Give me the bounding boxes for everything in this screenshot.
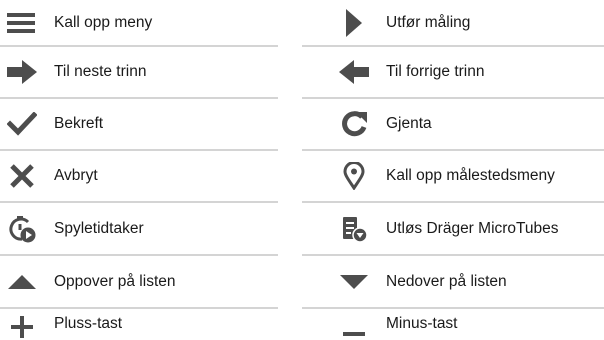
triangle-down-icon	[336, 267, 372, 297]
legend-label: Utfør måling	[386, 13, 471, 31]
legend-entry-previous-step: Til forrige trinn	[302, 47, 604, 99]
legend-entry-repeat: Gjenta	[302, 99, 604, 151]
legend-entry-confirm: Bekreft	[0, 99, 278, 151]
timer-play-icon	[4, 214, 40, 244]
location-pin-icon	[336, 161, 372, 191]
legend-label: Kall opp målestedsmeny	[386, 167, 555, 184]
cross-icon	[4, 161, 40, 191]
menu-icon	[4, 8, 40, 38]
legend-label: Til forrige trinn	[386, 63, 485, 80]
legend-label: Pluss-tast	[54, 315, 123, 332]
icon-legend: Kall opp meny Utfør måling Til neste tri…	[0, 0, 604, 338]
legend-label: Til neste trinn	[54, 63, 147, 80]
legend-label: Gjenta	[386, 115, 432, 132]
legend-label: Utløs Dräger MicroTubes	[386, 219, 559, 237]
legend-label: Spyletidtaker	[54, 219, 144, 237]
legend-entry-menu: Kall opp meny	[0, 0, 278, 47]
legend-label: Bekreft	[54, 115, 104, 132]
minus-icon	[336, 315, 372, 339]
legend-entry-cancel: Avbryt	[0, 151, 278, 203]
legend-entry-location-menu: Kall opp målestedsmeny	[302, 151, 604, 203]
plus-icon	[4, 315, 40, 339]
legend-label: Minus-tast	[386, 315, 458, 332]
legend-entry-plus-key: Pluss-tast	[0, 309, 278, 338]
arrow-left-icon	[336, 57, 372, 87]
tube-release-icon	[336, 214, 372, 244]
legend-label: Avbryt	[54, 167, 98, 184]
repeat-icon	[336, 109, 372, 139]
legend-entry-scroll-down: Nedover på listen	[302, 256, 604, 309]
arrow-right-icon	[4, 57, 40, 87]
play-icon	[336, 8, 372, 38]
legend-entry-run-measurement: Utfør måling	[302, 0, 604, 47]
legend-entry-scroll-up: Oppover på listen	[0, 256, 278, 309]
triangle-up-icon	[4, 267, 40, 297]
legend-label: Kall opp meny	[54, 13, 153, 31]
legend-entry-minus-key: Minus-tast	[302, 309, 604, 336]
legend-label: Nedover på listen	[386, 272, 507, 290]
checkmark-icon	[4, 109, 40, 139]
legend-entry-release-microtubes: Utløs Dräger MicroTubes	[302, 203, 604, 256]
legend-entry-next-step: Til neste trinn	[0, 47, 278, 99]
legend-entry-flush-timer: Spyletidtaker	[0, 203, 278, 256]
legend-label: Oppover på listen	[54, 272, 176, 290]
